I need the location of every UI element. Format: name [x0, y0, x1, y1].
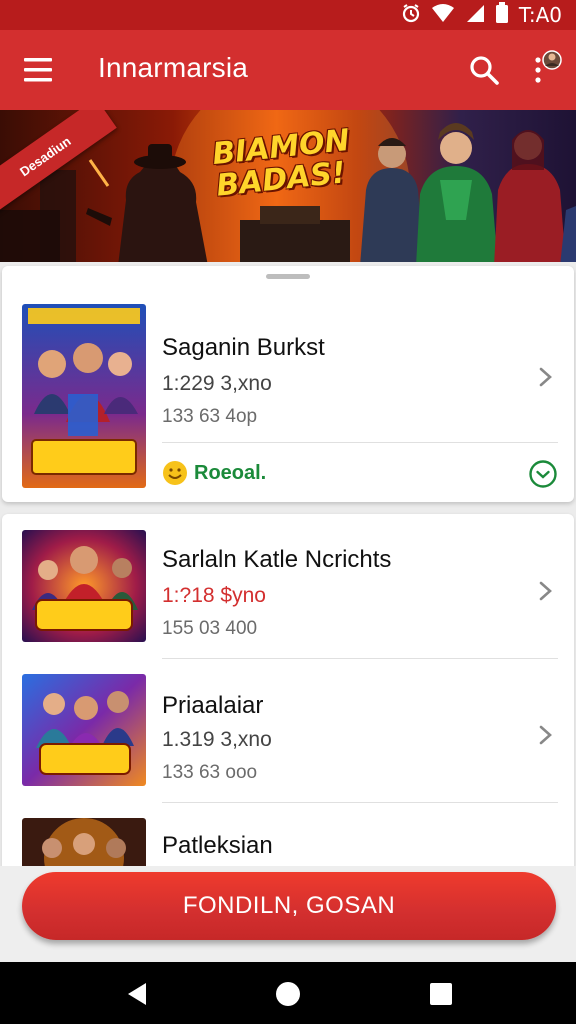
- system-nav-bar: [0, 962, 576, 1024]
- status-time: T:A0: [518, 3, 562, 27]
- divider: [162, 802, 558, 803]
- banner-logo: BIAMON BADAS!: [206, 123, 356, 204]
- search-button[interactable]: [466, 52, 502, 88]
- menu-button[interactable]: [18, 52, 58, 88]
- game-list: Sarlaln Katle Ncrichts 1:?18 $yno 155 03…: [2, 514, 574, 876]
- app-bar: Innarmarsia: [0, 30, 576, 110]
- divider: [162, 442, 558, 443]
- game-price: 1:229 3,xno: [162, 372, 272, 395]
- chevron-right-icon[interactable]: [538, 724, 554, 746]
- divider: [162, 658, 558, 659]
- status-bar: T:A0: [0, 0, 576, 30]
- game-downloads: 133 63 ooo: [162, 762, 258, 783]
- status-icons: T:A0: [401, 1, 562, 29]
- game-downloads: 155 03 400: [162, 618, 258, 639]
- alarm-icon: [401, 3, 421, 28]
- smile-badge-icon: [163, 461, 187, 485]
- game-downloads: 133 63 4op: [162, 406, 258, 427]
- search-icon: [470, 56, 499, 85]
- game-title: Sarlaln Katle Ncrichts: [162, 546, 392, 573]
- game-title: Saganin Burkst: [162, 334, 325, 361]
- wifi-icon: [431, 3, 455, 28]
- game-price: 1:?18 $yno: [162, 584, 266, 607]
- primary-action-button[interactable]: FONDILN, GOSAN: [22, 872, 556, 940]
- recents-icon[interactable]: [428, 981, 454, 1007]
- game-thumbnail: [22, 674, 146, 786]
- menu-icon: [24, 58, 52, 82]
- game-title: Priaalaiar: [162, 692, 264, 719]
- more-button[interactable]: [528, 46, 568, 94]
- back-icon[interactable]: [124, 981, 150, 1007]
- game-thumbnail: [22, 304, 146, 488]
- promo-banner[interactable]: Desadiun BIAMON BADAS!: [0, 110, 576, 266]
- chevron-right-icon[interactable]: [538, 366, 554, 388]
- battery-icon: [495, 1, 509, 29]
- games-sheet: Saganin Burkst 1:229 3,xno 133 63 4op Ro…: [0, 262, 576, 876]
- check-circle-icon[interactable]: [528, 459, 558, 489]
- signal-icon: [465, 3, 485, 28]
- home-icon[interactable]: [275, 981, 301, 1007]
- chevron-right-icon[interactable]: [538, 580, 554, 602]
- game-title: Patleksian: [162, 832, 273, 859]
- more-icon: [535, 50, 562, 83]
- drag-handle[interactable]: [266, 274, 310, 279]
- badge-label: Roeoal.: [194, 461, 267, 484]
- game-thumbnail: [22, 530, 146, 642]
- game-price: 1.319 3,xno: [162, 728, 272, 751]
- game-badge: Roeoal.: [162, 458, 266, 488]
- featured-game-card[interactable]: Saganin Burkst 1:229 3,xno 133 63 4op Ro…: [2, 266, 574, 502]
- app-title: Innarmarsia: [98, 52, 249, 83]
